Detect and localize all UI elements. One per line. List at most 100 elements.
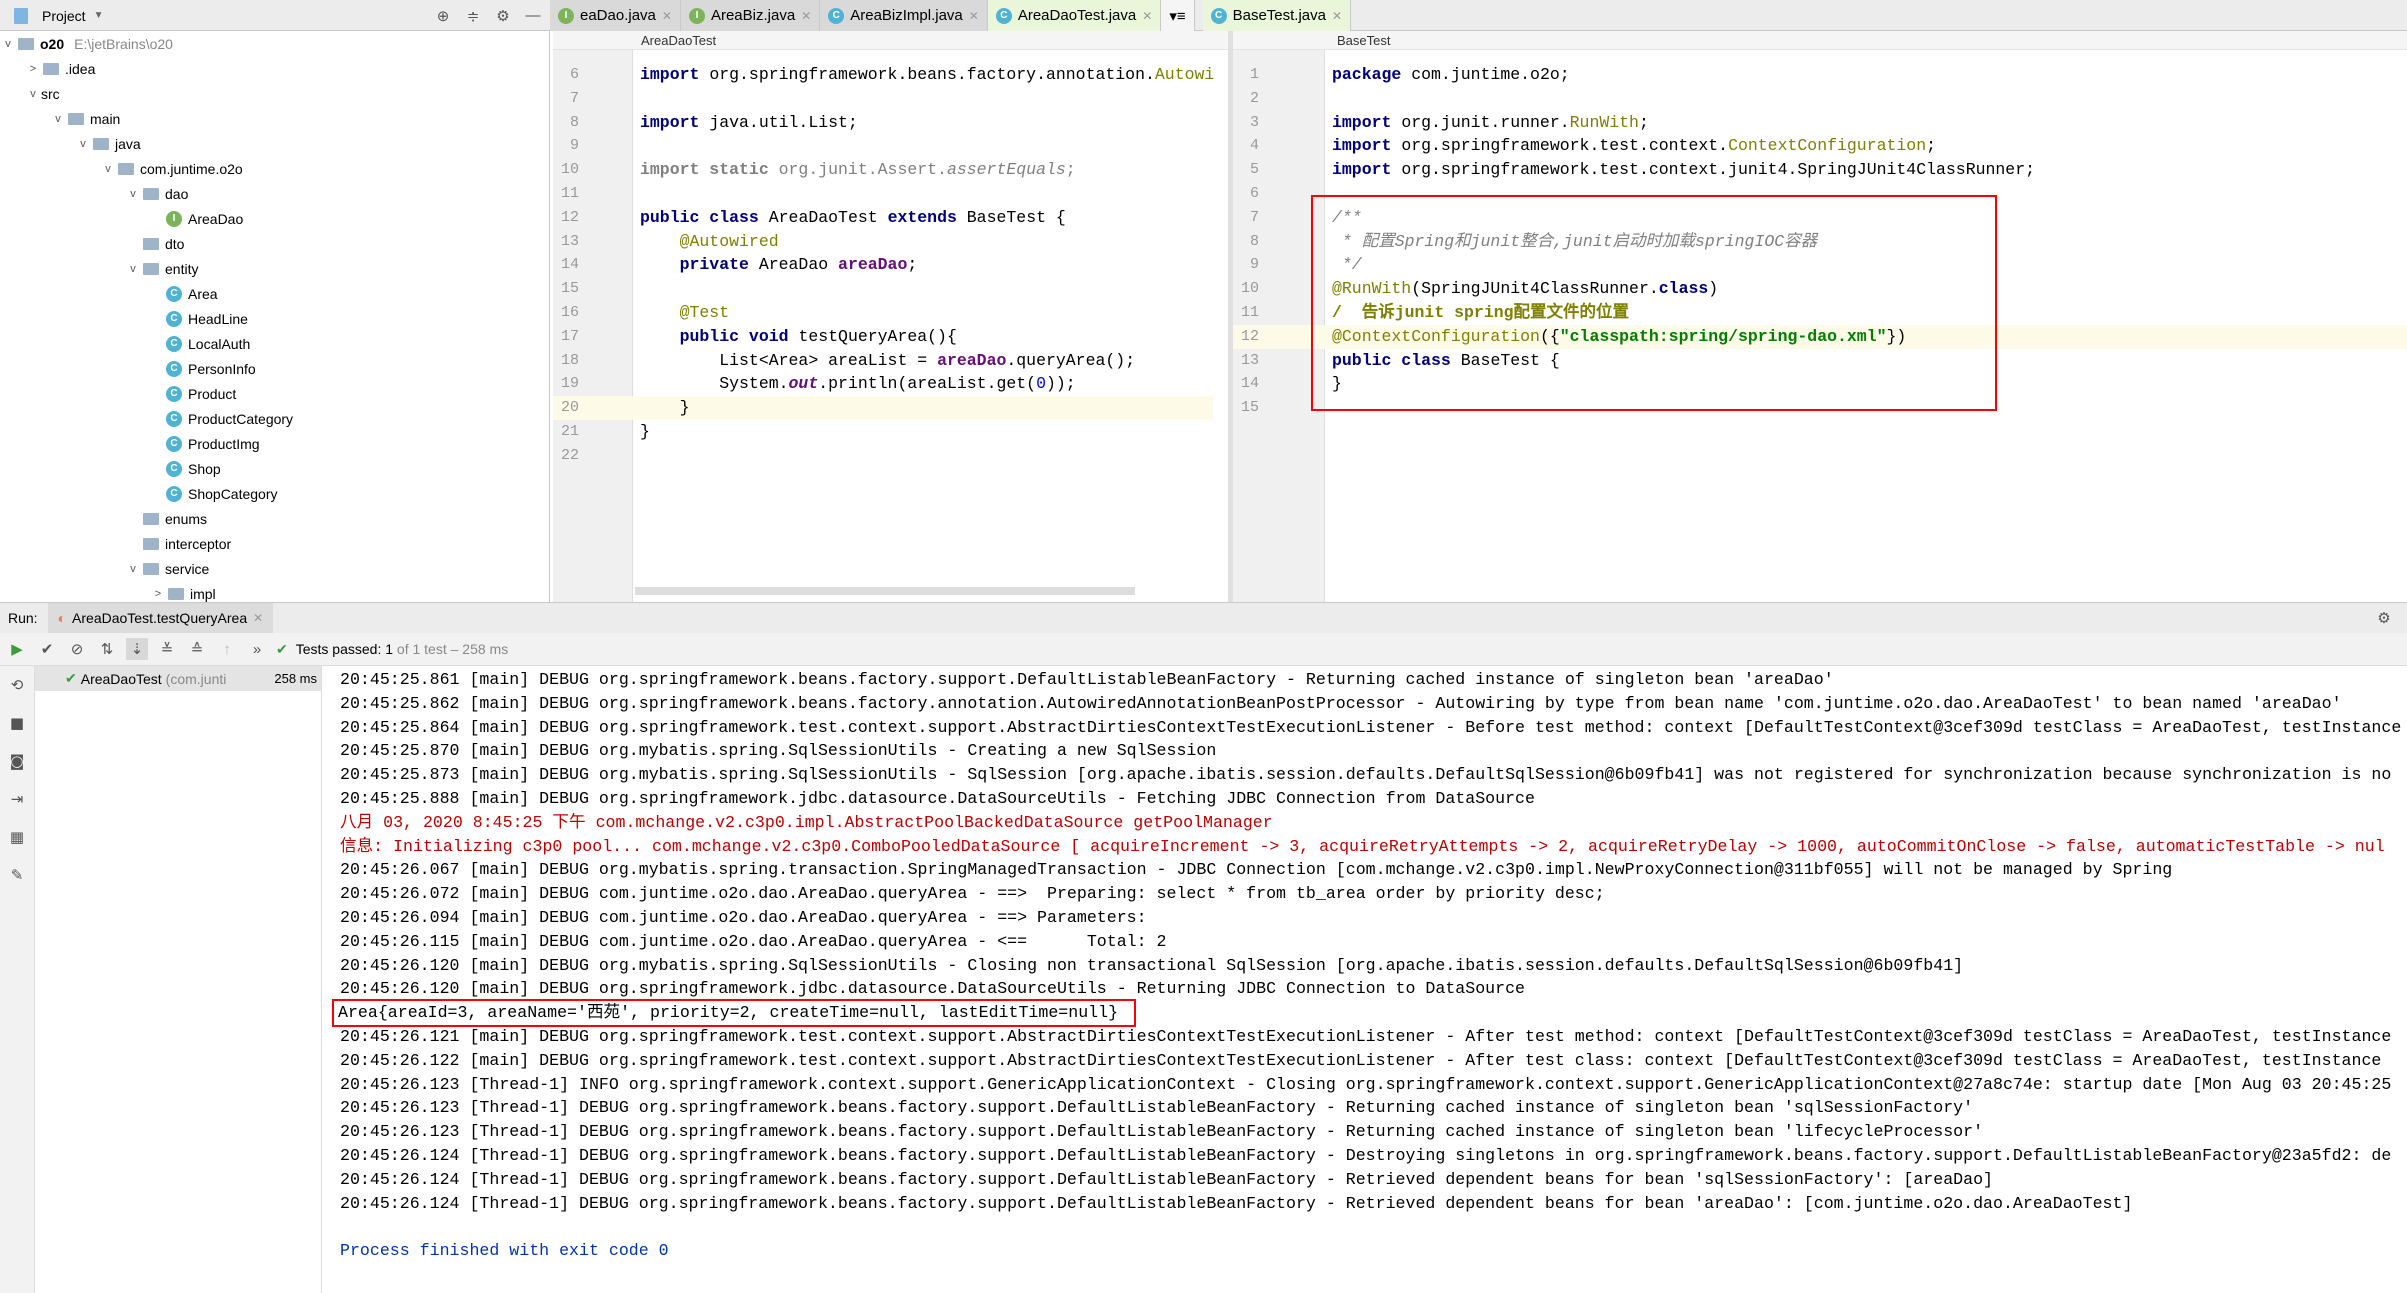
folder-icon (93, 137, 109, 150)
editor-areadaotest[interactable]: AreaDaoTest 6 import org.springframework.… (553, 31, 1228, 602)
project-view-dropdown[interactable]: Project (42, 8, 86, 24)
tree-item[interactable]: C PersonInfo (0, 356, 549, 381)
tab-areabiz-java[interactable]: I AreaBiz.java ✕ (680, 0, 821, 31)
collapse-all-icon[interactable]: ≙ (186, 638, 208, 660)
tab-basetest-java[interactable]: C BaseTest.java ✕ (1202, 0, 1352, 31)
tree-item[interactable]: C Product (0, 381, 549, 406)
sort-duration-icon[interactable]: ⇣ (126, 638, 148, 660)
test-node[interactable]: ✔ AreaDaoTest (com.junti 258 ms (35, 666, 321, 691)
breadcrumb[interactable]: AreaDaoTest (553, 31, 1228, 50)
folder-icon (143, 512, 159, 525)
tree-item[interactable]: dto (0, 231, 549, 256)
line-number: 15 (1240, 399, 1259, 417)
close-icon[interactable]: ✕ (1332, 9, 1342, 23)
console-line: 20:45:26.115 [main] DEBUG com.juntime.o2… (340, 931, 1167, 951)
tree-item[interactable]: C HeadLine (0, 306, 549, 331)
close-icon[interactable]: ✕ (662, 9, 672, 23)
code-line: 19 System.out.println(areaList.get(0)); (553, 372, 1213, 396)
tree-item[interactable]: C Shop (0, 456, 549, 481)
stop-icon[interactable]: ■ (6, 712, 28, 734)
layout-icon[interactable]: ▦ (6, 826, 28, 848)
tree-item[interactable]: C Area (0, 281, 549, 306)
code-line: 7 (553, 87, 1213, 111)
tree-item[interactable]: > .idea (0, 56, 549, 81)
chevron-down-icon[interactable]: v (25, 88, 41, 100)
folder-icon (168, 587, 184, 600)
code-line: 20 } (553, 396, 1213, 420)
tree-item[interactable]: C ProductCategory (0, 406, 549, 431)
chevron-down-icon[interactable]: v (125, 563, 141, 575)
run-side-toolbar: ⟲ ■ ◙ ⇥ ▦ ✎ (0, 666, 35, 1293)
chevron-down-icon[interactable]: v (100, 163, 116, 175)
chevron-right-icon[interactable]: > (25, 63, 41, 75)
tree-item[interactable]: v main (0, 106, 549, 131)
chevron-down-icon[interactable]: v (0, 38, 16, 50)
tree-item[interactable]: v com.juntime.o2o (0, 156, 549, 181)
chevron-down-icon[interactable]: ▼ (94, 10, 104, 21)
chevron-right-icon[interactable]: > (150, 588, 166, 600)
tree-item[interactable]: v src (0, 81, 549, 106)
tab-areadaotest-java[interactable]: C AreaDaoTest.java ✕ (987, 0, 1162, 31)
line-number: 2 (1249, 89, 1259, 107)
class-icon: C (166, 435, 182, 452)
class-icon: C (1210, 7, 1227, 24)
breadcrumb[interactable]: BaseTest (1233, 31, 2407, 50)
camera-icon[interactable]: ◙ (6, 750, 28, 772)
pin-icon[interactable]: ✎ (6, 864, 28, 886)
tab-overflow-button[interactable]: ▾≡ (1161, 0, 1195, 31)
console-line: 20:45:26.120 [main] DEBUG org.mybatis.sp… (340, 955, 1964, 975)
tree-item[interactable]: enums (0, 506, 549, 531)
close-icon[interactable]: ✕ (1142, 9, 1152, 23)
passed-icon: ✔ (65, 670, 77, 686)
chevron-down-icon[interactable]: v (125, 188, 141, 200)
tree-item[interactable]: v entity (0, 256, 549, 281)
console-result-line: Area{areaId=3, areaName='西苑', priority=2… (331, 999, 1137, 1027)
tree-root[interactable]: v o20 E:\jetBrains\o20 (0, 31, 549, 56)
tree-item[interactable]: v dao (0, 181, 549, 206)
tree-item[interactable]: > impl (0, 581, 549, 602)
tree-item[interactable]: I AreaDao (0, 206, 549, 231)
run-tab[interactable]: ◐ AreaDaoTest.testQueryArea ✕ (47, 602, 274, 634)
tree-item[interactable]: v java (0, 131, 549, 156)
line-number: 6 (569, 66, 579, 83)
tree-item[interactable]: C LocalAuth (0, 331, 549, 356)
tree-item[interactable]: v service (0, 556, 549, 581)
console-line: 20:45:25.870 [main] DEBUG org.mybatis.sp… (340, 741, 1217, 761)
console-line: 20:45:26.067 [main] DEBUG org.mybatis.sp… (340, 860, 2173, 880)
console-output[interactable]: 20:45:25.861 [main] DEBUG org.springfram… (322, 666, 2407, 1293)
line-number: 16 (560, 303, 579, 321)
gear-icon[interactable]: ⚙ (492, 5, 514, 27)
close-icon[interactable]: ✕ (969, 9, 979, 23)
locate-icon[interactable]: ⊕ (432, 5, 454, 27)
chevron-down-icon[interactable]: v (75, 138, 91, 150)
history-icon[interactable]: ⟲ (6, 674, 28, 696)
tree-item[interactable]: C ProductImg (0, 431, 549, 456)
up-arrow-icon[interactable]: ↑ (216, 638, 238, 660)
project-tree: v o20 E:\jetBrains\o20 > .idea v src v main v j… (0, 31, 550, 602)
show-ignored-icon[interactable]: ⊘ (66, 638, 88, 660)
horizontal-scrollbar[interactable] (635, 587, 1135, 595)
expand-all-icon[interactable]: ≚ (156, 638, 178, 660)
chevron-down-icon[interactable]: v (125, 263, 141, 275)
class-icon: C (995, 7, 1012, 24)
tree-item[interactable]: interceptor (0, 531, 549, 556)
chevron-down-icon[interactable]: v (50, 113, 66, 125)
tab-areabizimpl-java[interactable]: C AreaBizImpl.java ✕ (820, 0, 988, 31)
rerun-icon[interactable]: ▶ (6, 638, 28, 660)
line-number: 10 (560, 161, 579, 179)
exit-icon[interactable]: ⇥ (6, 788, 28, 810)
close-icon[interactable]: ✕ (801, 9, 811, 23)
hide-icon[interactable]: — (522, 5, 544, 27)
tab-eadao-java[interactable]: IeaDao.java ✕ (550, 0, 681, 31)
tree-item[interactable]: C ShopCategory (0, 481, 549, 506)
more-icon[interactable]: » (246, 638, 268, 660)
gear-icon[interactable]: ⚙ (2373, 607, 2395, 629)
collapse-all-icon[interactable]: ≑ (462, 5, 484, 27)
line-number: 21 (560, 422, 579, 440)
code-line: 9 (553, 134, 1213, 158)
sort-alpha-icon[interactable]: ⇅ (96, 638, 118, 660)
close-icon[interactable]: ✕ (253, 611, 263, 625)
interface-icon: I (166, 210, 182, 227)
line-number: 8 (569, 113, 579, 131)
show-passed-icon[interactable]: ✔ (36, 638, 58, 660)
